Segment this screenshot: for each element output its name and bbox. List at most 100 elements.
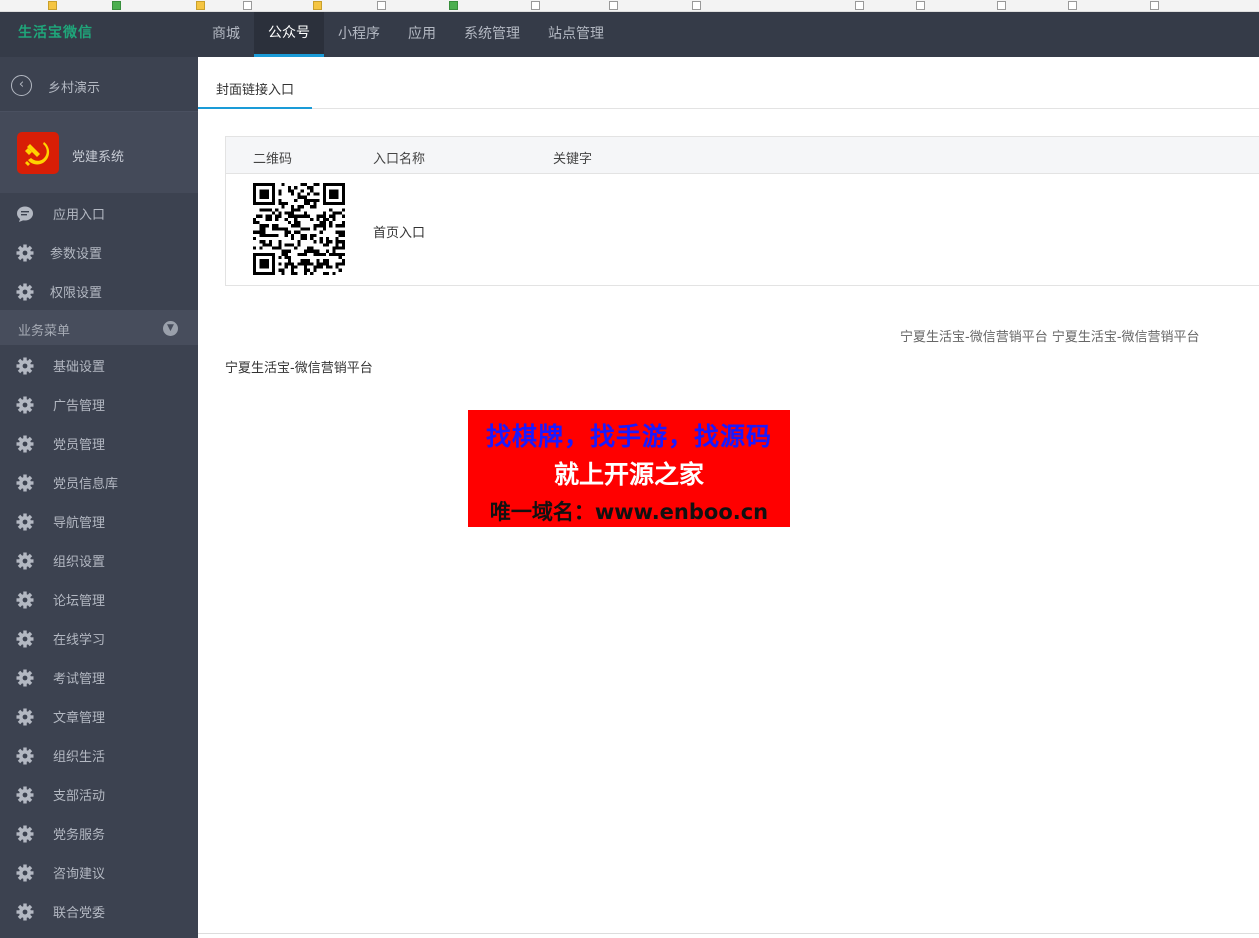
sidebar-item-nav-management[interactable]: 导航管理 [0, 501, 198, 540]
hammer-sickle-icon [17, 132, 59, 174]
gear-icon [16, 552, 34, 570]
bookmark-icon[interactable] [609, 1, 618, 10]
sidebar-item-permissions[interactable]: 权限设置 [0, 271, 198, 310]
bookmark-icon[interactable] [449, 1, 458, 10]
gear-icon [16, 669, 34, 687]
tab-bar: 封面链接入口 [198, 57, 1259, 109]
sidebar-item-basic-settings[interactable]: 基础设置 [0, 345, 198, 384]
sidebar-item-member-management[interactable]: 党员管理 [0, 423, 198, 462]
bookmark-icon[interactable] [916, 1, 925, 10]
sidebar-item-label: 党务服务 [53, 828, 106, 843]
bookmark-star-icon[interactable] [48, 1, 57, 10]
footer-copyright-left: 宁夏生活宝-微信营销平台 [225, 361, 373, 376]
sidebar-item-branch-activities[interactable]: 支部活动 [0, 774, 198, 813]
gear-icon [16, 786, 34, 804]
bookmark-icon[interactable] [1150, 1, 1159, 10]
gear-icon [16, 435, 34, 453]
gear-icon [16, 513, 34, 531]
sidebar-item-label: 组织设置 [53, 555, 106, 570]
footer-copyright-right: 宁夏生活宝-微信营销平台 宁夏生活宝-微信营销平台 [900, 330, 1200, 345]
table-header: 二维码 入口名称 关键字 [226, 137, 1259, 174]
bookmark-icon[interactable] [997, 1, 1006, 10]
gear-icon [16, 591, 34, 609]
nav-item-apps[interactable]: 应用 [394, 12, 450, 57]
sidebar-item-label: 论坛管理 [53, 594, 106, 609]
nav-item-site-management[interactable]: 站点管理 [534, 12, 618, 57]
gear-icon [16, 747, 34, 765]
nav-item-mall[interactable]: 商城 [198, 12, 254, 57]
sidebar-item-app-entry[interactable]: 应用入口 [0, 193, 198, 232]
sidebar-item-org-life[interactable]: 组织生活 [0, 735, 198, 774]
sidebar-item-label: 党员管理 [53, 438, 106, 453]
sidebar-item-label: 导航管理 [53, 516, 106, 531]
back-to-account[interactable]: ‹ 乡村演示 [0, 57, 198, 112]
sidebar-item-label: 党员信息库 [53, 477, 119, 492]
sidebar-item-label: 支部活动 [53, 789, 106, 804]
chevron-down-icon[interactable]: ▼ [163, 321, 178, 336]
bookmark-icon[interactable] [377, 1, 386, 10]
column-header-keyword: 关键字 [553, 152, 593, 167]
sidebar-item-params[interactable]: 参数设置 [0, 232, 198, 271]
gear-icon [16, 864, 34, 882]
sidebar: ‹ 乡村演示 党建系统 应用入口 参数设置 权限设置 业务菜单 ▼ 基础设置广告… [0, 57, 198, 938]
tab-cover-link-entry[interactable]: 封面链接入口 [198, 71, 313, 109]
sidebar-item-article-management[interactable]: 文章管理 [0, 696, 198, 735]
gear-icon [16, 708, 34, 726]
sidebar-item-forum-management[interactable]: 论坛管理 [0, 579, 198, 618]
bookmark-icon[interactable] [855, 1, 864, 10]
bookmark-icon[interactable] [1068, 1, 1077, 10]
sidebar-item-consulting-suggestions[interactable]: 咨询建议 [0, 852, 198, 891]
nav-item-official-account[interactable]: 公众号 [254, 12, 324, 57]
bookmark-folder-icon[interactable] [313, 1, 322, 10]
column-header-qrcode: 二维码 [253, 152, 293, 167]
gear-icon [16, 825, 34, 843]
ad-line-1: 找棋牌，找手游，找源码 [485, 422, 772, 451]
top-navbar: 生活宝微信 商城 公众号 小程序 应用 系统管理 站点管理 [0, 12, 1259, 57]
gear-icon [16, 283, 34, 301]
bookmark-icon[interactable] [531, 1, 540, 10]
sidebar-item-label: 组织生活 [53, 750, 106, 765]
main-nav: 商城 公众号 小程序 应用 系统管理 站点管理 [198, 12, 618, 57]
gear-icon [16, 474, 34, 492]
gear-icon [16, 903, 34, 921]
sidebar-item-joint-party-committee[interactable]: 联合党委 [0, 891, 198, 930]
nav-item-system-management[interactable]: 系统管理 [450, 12, 534, 57]
sidebar-item-ad-management[interactable]: 广告管理 [0, 384, 198, 423]
entry-name-cell: 首页入口 [373, 226, 426, 241]
bottom-border [198, 933, 1259, 938]
module-header[interactable]: 党建系统 [0, 112, 198, 193]
ad-line-2: 就上开源之家 [553, 460, 704, 489]
gear-icon [16, 396, 34, 414]
sidebar-item-label: 考试管理 [53, 672, 106, 687]
sidebar-item-label: 应用入口 [53, 208, 106, 223]
table-row: 首页入口 [226, 174, 1259, 285]
bookmark-folder-icon[interactable] [196, 1, 205, 10]
nav-item-mini-program[interactable]: 小程序 [324, 12, 394, 57]
gear-icon [16, 630, 34, 648]
sidebar-item-label: 在线学习 [53, 633, 106, 648]
sidebar-item-label: 联合党委 [53, 906, 106, 921]
sidebar-item-member-database[interactable]: 党员信息库 [0, 462, 198, 501]
advertisement-banner[interactable]: 找棋牌，找手游，找源码 就上开源之家 唯一域名：www.enboo.cn [468, 410, 790, 527]
account-name: 乡村演示 [48, 81, 101, 96]
bookmark-icon[interactable] [112, 1, 121, 10]
bookmark-icon[interactable] [243, 1, 252, 10]
module-name: 党建系统 [72, 150, 125, 165]
bookmark-icon[interactable] [692, 1, 701, 10]
site-logo[interactable]: 生活宝微信 [18, 22, 93, 42]
qr-code-image [253, 183, 345, 275]
back-arrow-icon[interactable]: ‹ [11, 75, 32, 96]
sidebar-group-items: 基础设置广告管理党员管理党员信息库导航管理组织设置论坛管理在线学习考试管理文章管… [0, 345, 198, 930]
column-header-entry-name: 入口名称 [373, 152, 426, 167]
sidebar-item-online-learning[interactable]: 在线学习 [0, 618, 198, 657]
sidebar-item-label: 咨询建议 [53, 867, 106, 882]
sidebar-item-org-settings[interactable]: 组织设置 [0, 540, 198, 579]
sidebar-item-label: 广告管理 [53, 399, 106, 414]
sidebar-item-party-services[interactable]: 党务服务 [0, 813, 198, 852]
sidebar-item-exam-management[interactable]: 考试管理 [0, 657, 198, 696]
sidebar-group-business-menu[interactable]: 业务菜单 ▼ [0, 310, 198, 345]
sidebar-item-label: 参数设置 [50, 247, 103, 262]
gear-icon [16, 244, 34, 262]
sidebar-item-label: 基础设置 [53, 360, 106, 375]
browser-bookmarks-bar [0, 0, 1259, 12]
